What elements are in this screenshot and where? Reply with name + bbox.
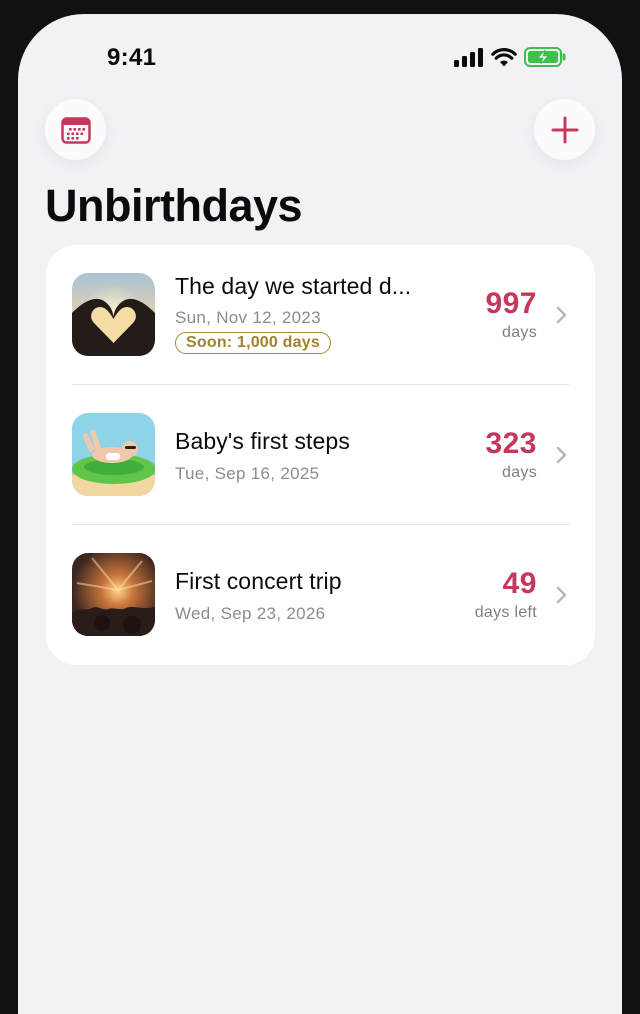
calendar-button[interactable]: [45, 99, 106, 160]
status-time: 9:41: [107, 44, 157, 71]
unbirthday-row[interactable]: The day we started d... Sun, Nov 12, 202…: [46, 245, 595, 385]
unbirthday-title: Baby's first steps: [175, 428, 350, 454]
plus-icon: [551, 116, 578, 143]
heart-hands-thumbnail: [72, 273, 155, 356]
chevron-right-icon: [556, 306, 567, 324]
unbirthday-date: Tue, Sep 16, 2025: [175, 464, 320, 483]
day-count: 49: [502, 567, 537, 600]
unbirthday-date: Sun, Nov 12, 2023: [175, 308, 321, 327]
day-count: 997: [485, 287, 537, 320]
unbirthday-date: Wed, Sep 23, 2026: [175, 604, 326, 623]
concert-crowd-thumbnail: [72, 553, 155, 636]
day-count: 323: [485, 427, 537, 460]
unbirthday-title: The day we started d...: [175, 273, 412, 299]
chevron-right-icon: [556, 446, 567, 464]
status-bar: 9:41: [18, 14, 622, 94]
baby-pool-thumbnail: [72, 413, 155, 496]
unbirthday-title: First concert trip: [175, 568, 342, 594]
unbirthday-row[interactable]: Baby's first steps Tue, Sep 16, 2025 323…: [46, 385, 595, 525]
add-unbirthday-button[interactable]: [534, 99, 595, 160]
unbirthday-list: The day we started d... Sun, Nov 12, 202…: [46, 245, 595, 665]
wifi-icon: [491, 47, 517, 66]
unbirthday-row[interactable]: First concert trip Wed, Sep 23, 2026 49 …: [46, 525, 595, 665]
day-count-unit: days: [502, 464, 537, 481]
phone-frame: 9:41 Unbirthdays The day we started d...…: [0, 0, 640, 1014]
screen: 9:41 Unbirthdays The day we started d...…: [18, 14, 622, 1014]
cellular-signal-icon: [454, 47, 483, 67]
status-icons: [454, 47, 566, 67]
chevron-right-icon: [556, 586, 567, 604]
page-title: Unbirthdays: [45, 180, 303, 231]
day-count-unit: days left: [474, 604, 537, 621]
battery-charging-icon: [524, 47, 566, 67]
calendar-icon: [60, 116, 91, 144]
milestone-badge: Soon: 1,000 days: [175, 332, 331, 354]
day-count-unit: days: [502, 324, 537, 341]
